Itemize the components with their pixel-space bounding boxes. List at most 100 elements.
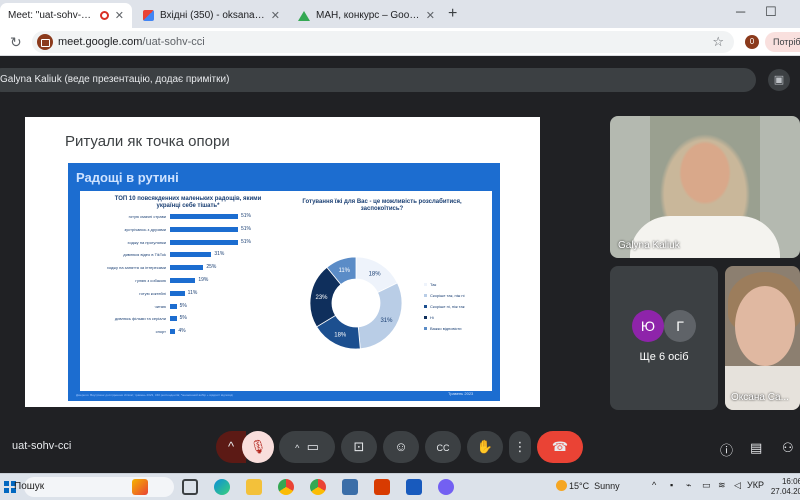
widgets-icon[interactable] — [132, 479, 148, 495]
slide-heading: Радощі в рутині — [76, 170, 179, 185]
taskbar-search[interactable]: Пошук — [14, 477, 174, 497]
participant-name: Galyna Kaliuk — [618, 240, 680, 251]
legend-item: Так — [424, 279, 465, 290]
donut-value-label: 11% — [338, 268, 350, 274]
bar-value-label: 25% — [206, 264, 217, 271]
bar-value-label: 11% — [187, 289, 198, 296]
reload-icon[interactable]: ↻ — [10, 34, 22, 51]
camera-button[interactable]: ^ ▭ — [279, 431, 335, 463]
people-icon[interactable]: ⚇ — [782, 440, 794, 456]
present-button[interactable]: ⊡ — [341, 431, 377, 463]
address-bar-row: ↻ meet.google.com/uat-sohv-cci ☆ — [0, 28, 800, 56]
url-text: meet.google.com/uat-sohv-cci — [58, 36, 205, 48]
bar-row: зустрічаюсь з друзями 51% — [80, 225, 280, 235]
chat-icon[interactable]: ▤ — [750, 440, 762, 456]
bar — [170, 265, 204, 271]
donut-legend: Так Скоріше так, ніж ні Скоріше ні, ніж та… — [424, 279, 465, 334]
legend-swatch — [424, 305, 427, 308]
language-indicator[interactable]: УКР — [747, 480, 764, 490]
new-tab-icon[interactable]: + — [448, 5, 457, 23]
bar-row: готую смачні страви 51% — [80, 212, 280, 222]
app-icon[interactable] — [374, 479, 390, 495]
bar — [170, 252, 212, 258]
slide-title: Ритуали як точка опори — [65, 133, 230, 150]
participant-tile-other[interactable]: Оксана Са... — [725, 266, 800, 410]
bar — [170, 290, 185, 296]
tab-meet[interactable]: Meet: "uat-sohv-cci" ✕ — [0, 3, 132, 28]
weather-widget[interactable]: 15°C Sunny — [556, 480, 620, 491]
camera-options-icon: ^ — [295, 443, 300, 453]
more-participants-tile[interactable]: Ю Г Ще 6 осіб — [610, 266, 718, 410]
wifi-icon[interactable]: ≋ — [718, 480, 726, 491]
edge-icon[interactable] — [214, 479, 230, 495]
weather-temp: 15°C — [569, 481, 590, 491]
file-explorer-icon[interactable] — [246, 479, 262, 495]
extension-badge[interactable]: 0 — [745, 35, 759, 49]
tab-gmail[interactable]: Вхідні (350) - oksana.savko@n ✕ — [135, 3, 288, 28]
participant-video-shirt — [725, 366, 800, 410]
bookmark-star-icon[interactable]: ☆ — [712, 34, 724, 50]
bar-row: читаю 5% — [80, 302, 280, 312]
bar-category-label: ходжу на заняття за інтересами — [106, 265, 166, 271]
donut-value-label: 23% — [316, 295, 329, 301]
word-icon[interactable] — [406, 479, 422, 495]
bar-category-label: дивлюсь фільми та серіали — [114, 316, 166, 322]
donut-value-label: 18% — [334, 332, 347, 338]
clock-time: 16:06 — [781, 477, 800, 486]
chrome-icon[interactable] — [278, 479, 294, 495]
tab-title: Вхідні (350) - oksana.savko@n — [160, 10, 265, 21]
participant-video-shirt — [630, 216, 780, 258]
info-icon[interactable]: ⓘ — [720, 440, 733, 459]
task-view-icon[interactable] — [182, 479, 198, 495]
more-options-button[interactable]: ⋮ — [509, 431, 531, 463]
close-tab-icon[interactable]: ✕ — [426, 9, 435, 22]
raise-hand-button[interactable]: ✋ — [467, 431, 503, 463]
mic-off-button[interactable]: 🎙 — [242, 431, 274, 463]
bar-value-label: 4% — [178, 328, 186, 335]
network-icon[interactable]: ⌁ — [686, 480, 691, 491]
site-info-icon[interactable] — [37, 34, 53, 50]
more-participants-label: Ще 6 осіб — [639, 351, 689, 363]
presenter-banner-text: Galyna Kaliuk (веде презентацію, додає п… — [0, 74, 230, 85]
bar-value-label: 31% — [214, 251, 225, 258]
leave-call-button[interactable]: ☎ — [537, 431, 583, 463]
chevron-up-icon[interactable]: ^ — [652, 480, 656, 490]
chrome-icon-2[interactable] — [310, 479, 326, 495]
error-button[interactable]: Потрібно — [765, 32, 800, 52]
stop-presenting-icon[interactable]: ▣ — [768, 69, 790, 91]
emoji-icon: ☺ — [394, 439, 408, 454]
tab-drive[interactable]: МАН, конкурс – Google Диск ✕ — [290, 3, 443, 28]
participant-tile-presenter[interactable]: Galyna Kaliuk — [610, 116, 800, 258]
maximize-icon[interactable]: ☐ — [765, 4, 777, 20]
emoji-button[interactable]: ☺ — [383, 431, 419, 463]
bar-row: спорт 4% — [80, 327, 280, 337]
legend-item: Скоріше так, ніж ні — [424, 290, 465, 301]
viber-icon[interactable] — [438, 479, 454, 495]
participant-name: Оксана Са... — [731, 392, 789, 403]
slide-footnote: Джерело: Внутрішнє дослідження clinical;… — [76, 393, 233, 397]
donut-value-label: 31% — [380, 318, 393, 324]
bar-row: дивлюся відео в TikTok 31% — [80, 250, 280, 260]
recording-icon — [99, 11, 109, 20]
close-tab-icon[interactable]: ✕ — [115, 9, 124, 22]
store-icon[interactable] — [342, 479, 358, 495]
bar-value-label: 19% — [198, 277, 209, 283]
battery-icon[interactable]: ▭ — [702, 480, 711, 491]
clock[interactable]: 16:06 27.04.20 — [768, 477, 800, 497]
meeting-code: uat-sohv-cci — [12, 440, 72, 452]
captions-button[interactable]: CC — [425, 431, 461, 463]
legend-swatch — [424, 283, 427, 286]
omnibox[interactable]: meet.google.com/uat-sohv-cci ☆ — [32, 31, 734, 53]
clock-date: 27.04.20 — [770, 487, 800, 496]
search-label: Пошук — [14, 481, 45, 492]
mic-off-icon: 🎙 — [249, 439, 267, 454]
close-tab-icon[interactable]: ✕ — [271, 9, 280, 22]
volume-icon[interactable]: ◁ — [734, 480, 741, 491]
captions-icon: CC — [436, 443, 450, 453]
tray-app-icon[interactable]: ▪ — [670, 480, 673, 490]
participant-video-face — [735, 286, 795, 366]
bar-value-label: 5% — [179, 302, 187, 309]
legend-label: Скоріше ні, ніж так — [430, 304, 465, 309]
minimize-icon[interactable]: ─ — [736, 4, 745, 19]
bar-category-label: ходжу на прогулянки — [127, 239, 166, 245]
